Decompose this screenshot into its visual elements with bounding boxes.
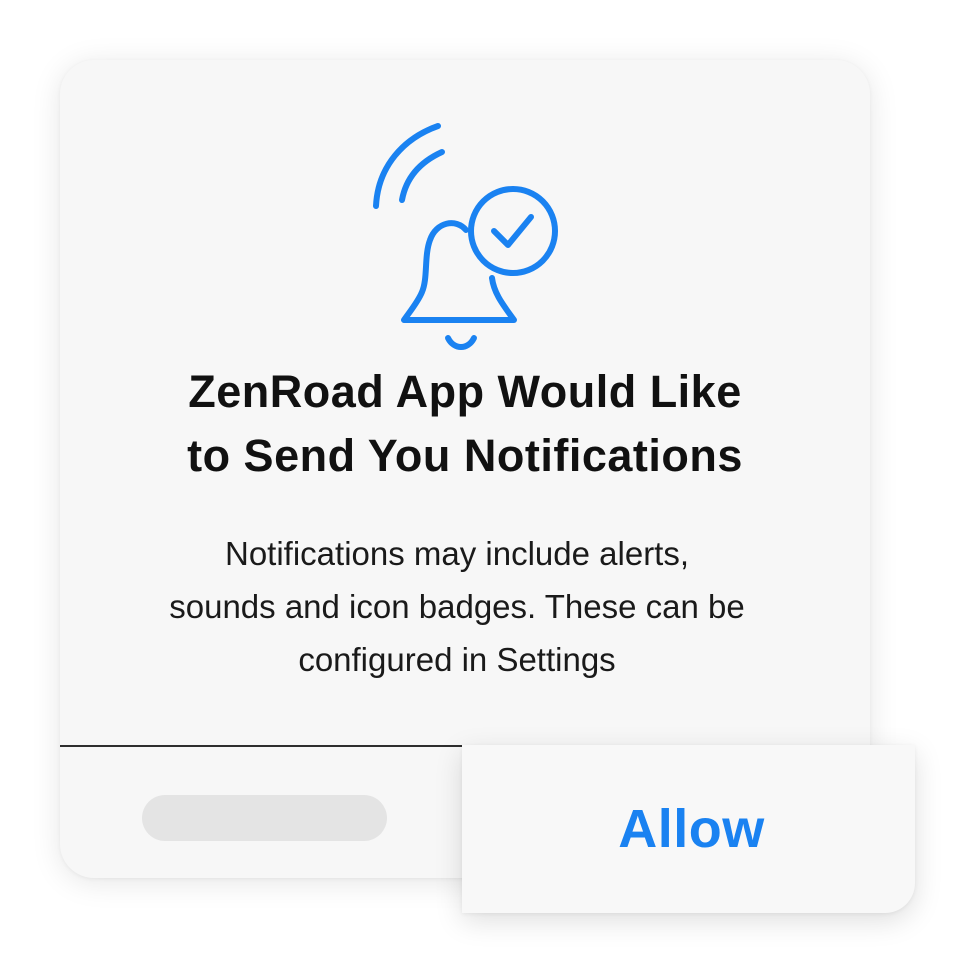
bell-ringing-check-icon [368,118,568,368]
dialog-title-line-2: to Send You Notifications [187,430,743,481]
allow-button-label: Allow [618,799,765,859]
check-mark [491,214,534,248]
dialog-message-line-3: configured in Settings [298,641,616,678]
allow-button[interactable]: Allow [462,745,915,913]
dialog-title: ZenRoad App Would Like to Send You Notif… [60,360,870,488]
dialog-message-line-1: Notifications may include alerts, [224,535,690,572]
dialog-message-line-2: sounds and icon badges. These can be [169,588,745,625]
dont-allow-button-placeholder[interactable] [142,795,387,841]
ring-wave-outer [373,123,441,209]
check-badge-circle [468,186,558,276]
ring-wave-inner [399,149,445,203]
bell-clapper [445,335,477,350]
notification-permission-screen: ZenRoad App Would Like to Send You Notif… [0,0,975,973]
dialog-title-line-1: ZenRoad App Would Like [188,366,742,417]
dialog-message: Notifications may include alerts, sounds… [60,527,854,686]
